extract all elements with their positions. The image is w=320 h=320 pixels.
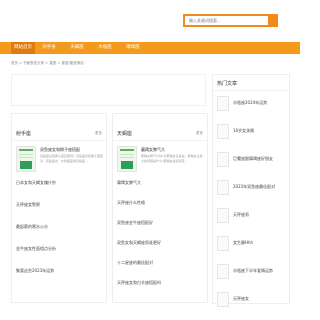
thumbnail-image — [121, 161, 133, 169]
sidebar-thumbnail — [217, 208, 229, 223]
thumbnail-line — [120, 157, 134, 158]
sidebar-thumbnail — [217, 96, 229, 111]
list-item[interactable]: 双鱼座金牛座搭配好 — [117, 220, 153, 226]
list-item[interactable]: 天秤座女警察 — [16, 202, 40, 208]
hot-articles-sidebar: 热门文章 水瓶座2024年运势 16岁女孩属 巨蟹座跟摩羯座好朋友 2023年双… — [212, 74, 290, 307]
nav-item-home[interactable]: 网站首页 — [11, 42, 35, 54]
divider — [12, 140, 106, 141]
featured-article-desc: 蘑羯女脾气大吗?对蘑羯女生来说，蘑羯女生最大的问题是什么?蘑羯女最好别惹... — [141, 154, 203, 163]
featured-article-title[interactable]: 双鱼座女和狮子座搭配 — [40, 147, 80, 153]
list-item[interactable]: 双鱼女和天蝎座男谁更好 — [117, 240, 161, 246]
nav-item-capricorn[interactable]: 摩羯座 — [123, 42, 143, 54]
sidebar-item-title[interactable]: 天秤座女 — [233, 296, 249, 302]
column-scorpio: 天蝎座 更多 蘑羯女脾气大 蘑羯女脾气大吗?对蘑羯女生来说，蘑羯女生最大的问题是… — [112, 113, 208, 303]
sidebar-thumbnail — [217, 236, 229, 251]
divider — [213, 90, 289, 91]
sidebar-item-title[interactable]: 2023年双鱼座最佳配对 — [233, 184, 275, 190]
top-header: 输入关键词搜索... — [0, 0, 300, 42]
breadcrumb[interactable]: 首页 > 书面表述分类 > 星座 > 星座/星座情话 — [11, 60, 84, 66]
column-sagittarius: 射手座 更多 双鱼座女和狮子座搭配 双鱼座女和狮子座匹配吗？双鱼座女和狮子座配对… — [11, 113, 107, 303]
column-title: 射手座 — [16, 131, 32, 137]
sidebar-item-title[interactable]: 水瓶座2024年运势 — [233, 100, 267, 106]
more-link[interactable]: 更多 — [95, 131, 102, 136]
list-item[interactable]: 十二星座的最佳配对 — [117, 260, 153, 266]
sidebar-item-title[interactable]: 水瓶座下半年爱情运势 — [233, 268, 273, 274]
sidebar-item[interactable]: 水瓶座2024年运势 — [217, 96, 287, 124]
search-box[interactable]: 输入关键词搜索... — [183, 14, 278, 27]
nav-item-aquarius[interactable]: 水瓶座 — [95, 42, 115, 54]
sidebar-item-title[interactable]: 巨蟹座跟摩羯座好朋友 — [233, 156, 273, 162]
sidebar-item-title[interactable]: 女生静Hhh — [233, 240, 253, 246]
nav-item-scorpio[interactable]: 天蝎座 — [67, 42, 87, 54]
thumbnail-line — [19, 157, 33, 158]
list-item[interactable]: 日本女和天蝎女赚什钞 — [16, 180, 56, 186]
sidebar-title: 热门文章 — [217, 81, 238, 87]
sidebar-thumbnail — [217, 180, 229, 195]
nav-item-sagittarius[interactable]: 剑手身 — [39, 42, 59, 54]
search-button[interactable] — [268, 16, 276, 25]
sidebar-item[interactable]: 天秤座男 — [217, 208, 287, 236]
article-thumbnail[interactable] — [117, 146, 137, 172]
sidebar-item[interactable]: 女生静Hhh — [217, 236, 287, 264]
sidebar-thumbnail — [217, 264, 229, 279]
sidebar-item[interactable]: 巨蟹座跟摩羯座好朋友 — [217, 152, 287, 180]
sidebar-thumbnail — [217, 152, 229, 167]
list-item[interactable]: 金牛座女性面相点分析 — [16, 246, 56, 252]
featured-article-title[interactable]: 蘑羯女脾气大 — [141, 147, 165, 153]
thumbnail-line — [19, 154, 33, 155]
thumbnail-header — [19, 149, 33, 151]
main-nav: 网站首页 剑手身 天蝎座 水瓶座 摩羯座 — [0, 42, 300, 54]
list-item[interactable]: 天秤座什么性格 — [117, 200, 145, 206]
sidebar-item[interactable]: 水瓶座下半年爱情运势 — [217, 264, 287, 292]
article-thumbnail[interactable] — [16, 146, 36, 172]
divider — [113, 140, 207, 141]
column-title: 天蝎座 — [117, 131, 133, 137]
featured-article-desc: 双鱼座女和狮子座匹配吗？双鱼座女和狮子座配对 · 双鱼座女：水象星座的双鱼座..… — [40, 154, 104, 163]
list-item[interactable]: 天秤座女和白羊座搭配吗 — [117, 280, 161, 286]
list-item[interactable]: 摩羯女脾气大 — [117, 180, 141, 186]
thumbnail-image — [20, 161, 32, 169]
sidebar-item-title[interactable]: 16岁女孩属 — [233, 128, 254, 134]
more-link[interactable]: 更多 — [196, 131, 203, 136]
sidebar-item[interactable]: 16岁女孩属 — [217, 124, 287, 152]
list-item[interactable]: 聚喜这些2023年运势 — [16, 268, 54, 274]
sidebar-item[interactable]: 天秤座女 — [217, 292, 287, 320]
thumbnail-header — [120, 149, 134, 151]
search-input[interactable]: 输入关键词搜索... — [189, 16, 221, 25]
banner-area — [11, 74, 206, 106]
sidebar-item-title[interactable]: 天秤座男 — [233, 212, 249, 218]
thumbnail-line — [120, 154, 134, 155]
list-item[interactable]: 最起薪的嗯水公分 — [16, 224, 48, 230]
sidebar-thumbnail — [217, 124, 229, 139]
sidebar-item[interactable]: 2023年双鱼座最佳配对 — [217, 180, 287, 208]
